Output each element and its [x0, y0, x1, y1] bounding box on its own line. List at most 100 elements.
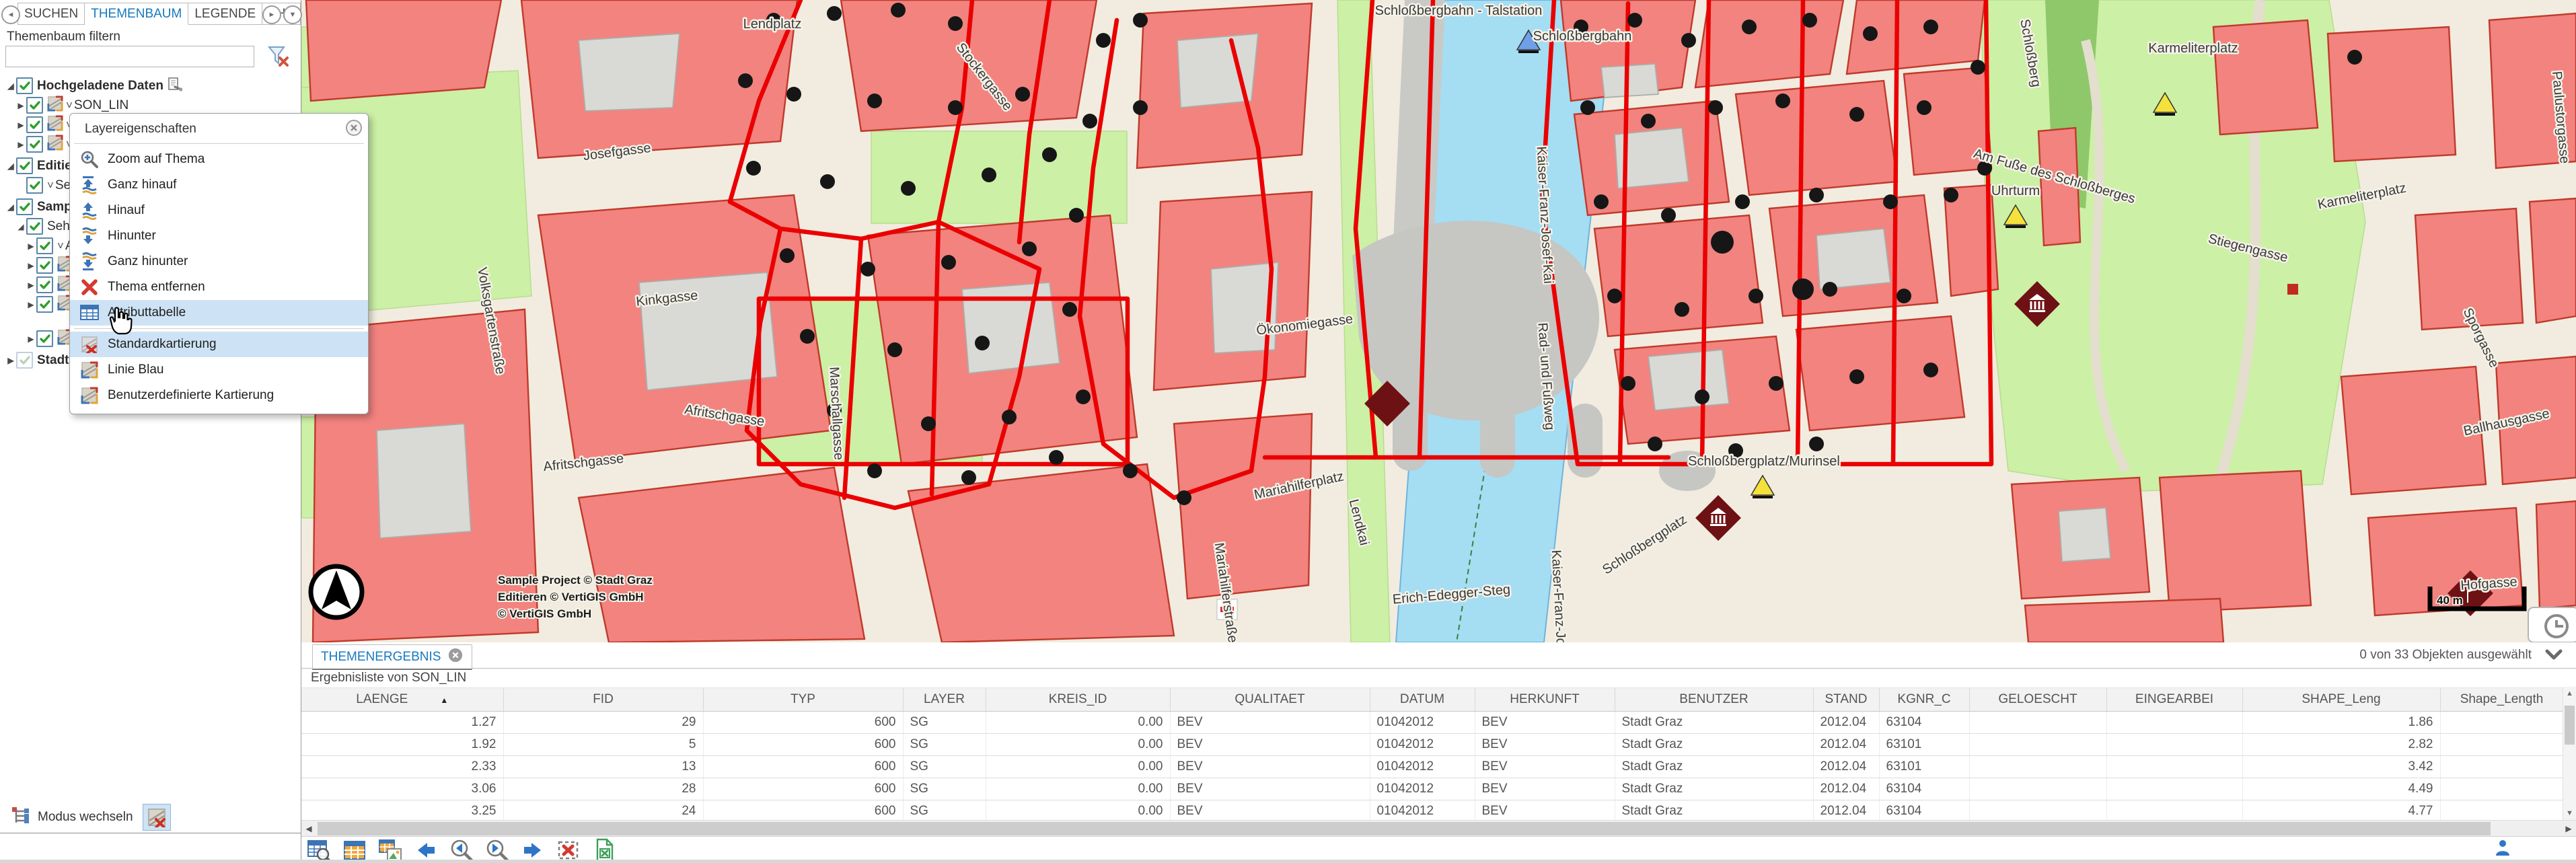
table-row[interactable]: 2.3313600SG0.00BEV01042012BEVStadt Graz2…: [301, 756, 2563, 778]
checkbox-checked[interactable]: [16, 352, 33, 369]
table-cell[interactable]: [2440, 734, 2563, 756]
column-header-stand[interactable]: STAND: [1813, 688, 1879, 712]
expander-collapsed-icon[interactable]: ▶: [26, 300, 36, 309]
circle-arrow-right-icon[interactable]: ►: [262, 5, 281, 24]
tab-legende[interactable]: LEGENDE: [188, 3, 262, 25]
table-cell[interactable]: Stadt Graz: [1615, 778, 1813, 800]
column-header-datum[interactable]: DATUM: [1370, 688, 1475, 712]
table-cell[interactable]: 600: [703, 712, 903, 734]
table-cell[interactable]: 2012.04: [1813, 778, 1879, 800]
table-cell[interactable]: 63104: [1879, 712, 1969, 734]
table-cell[interactable]: 3.25: [301, 800, 503, 823]
vertical-scroll-thumb[interactable]: [2565, 706, 2575, 745]
symbol-expander-icon[interactable]: ˅: [47, 179, 54, 192]
circle-arrow-left-icon[interactable]: ◄: [1, 5, 20, 24]
table-cell[interactable]: 0.00: [986, 712, 1170, 734]
table-cell[interactable]: [1969, 800, 2106, 823]
column-header-herkunft[interactable]: HERKUNFT: [1475, 688, 1615, 712]
tree-item-son-lin[interactable]: ▶˅SON_LIN: [0, 96, 301, 115]
table-row[interactable]: 3.2524600SG0.00BEV01042012BEVStadt Graz2…: [301, 800, 2563, 823]
menu-item-linie-blau[interactable]: Linie Blau: [70, 357, 368, 383]
table-cell[interactable]: Stadt Graz: [1615, 756, 1813, 778]
table-cell[interactable]: Stadt Graz: [1615, 800, 1813, 823]
symbol-expander-icon[interactable]: ˅: [66, 99, 73, 112]
table-cell[interactable]: 3.06: [301, 778, 503, 800]
horizontal-scroll-thumb[interactable]: [318, 822, 2491, 835]
zoom-next-icon[interactable]: [485, 838, 509, 862]
checkbox-checked[interactable]: [16, 157, 33, 174]
column-header-typ[interactable]: TYP: [703, 688, 903, 712]
checkbox-checked[interactable]: [36, 237, 53, 254]
tab-suchen[interactable]: SUCHEN: [17, 3, 85, 25]
expander-expanded-icon[interactable]: ◢: [15, 222, 26, 231]
chevron-down-icon[interactable]: [2545, 649, 2563, 665]
expander-collapsed-icon[interactable]: ▶: [15, 140, 26, 149]
themenbaum-filter-input[interactable]: [5, 46, 254, 67]
menu-item-attributtabelle[interactable]: Attributtabelle: [70, 300, 368, 326]
table-cell[interactable]: 600: [703, 756, 903, 778]
table-cell[interactable]: 01042012: [1370, 734, 1475, 756]
table-cell[interactable]: BEV: [1475, 778, 1615, 800]
expander-collapsed-icon[interactable]: ▶: [26, 261, 36, 270]
table-cell[interactable]: BEV: [1475, 756, 1615, 778]
checkbox-checked[interactable]: [36, 276, 53, 293]
zoom-previous-icon[interactable]: [449, 838, 474, 862]
column-header-eingearbei[interactable]: EINGEARBEI: [2106, 688, 2242, 712]
expander-collapsed-icon[interactable]: ▶: [26, 280, 36, 290]
person-icon[interactable]: [2494, 839, 2511, 860]
table-cell[interactable]: BEV: [1170, 712, 1370, 734]
column-header-layer[interactable]: LAYER: [903, 688, 986, 712]
table-cell[interactable]: 24: [503, 800, 703, 823]
table-cell[interactable]: 1.27: [301, 712, 503, 734]
edit-layer-icon[interactable]: [168, 77, 182, 96]
column-header-qualitaet[interactable]: QUALITAET: [1170, 688, 1370, 712]
table-cell[interactable]: 1.86: [2242, 712, 2440, 734]
table-cell[interactable]: 13: [503, 756, 703, 778]
tree-item-hochgeladene-daten[interactable]: ◢Hochgeladene Daten: [0, 76, 301, 96]
expander-expanded-icon[interactable]: ◢: [5, 161, 16, 171]
checkbox-checked[interactable]: [26, 136, 43, 153]
table-cell[interactable]: 0.00: [986, 756, 1170, 778]
close-circle-icon[interactable]: [345, 119, 363, 140]
checkbox-checked[interactable]: [16, 77, 33, 94]
table-cell[interactable]: [1969, 778, 2106, 800]
checkbox-checked[interactable]: [26, 116, 43, 133]
table-icon[interactable]: [342, 838, 367, 862]
table-cell[interactable]: 01042012: [1370, 778, 1475, 800]
scroll-right-icon[interactable]: ▶: [2561, 821, 2576, 837]
table-cell[interactable]: SG: [903, 800, 986, 823]
map-viewport[interactable]: LendplatzStockergasseSchloßbergbahn - Ta…: [301, 0, 2576, 642]
expander-expanded-icon[interactable]: ◢: [5, 202, 16, 212]
table-cell[interactable]: Stadt Graz: [1615, 734, 1813, 756]
column-header-kreis_id[interactable]: KREIS_ID: [986, 688, 1170, 712]
table-row[interactable]: 1.925600SG0.00BEV01042012BEVStadt Graz20…: [301, 734, 2563, 756]
expander-collapsed-icon[interactable]: ▶: [26, 334, 36, 344]
table-cell[interactable]: 2012.04: [1813, 734, 1879, 756]
scroll-down-icon[interactable]: ▼: [2563, 809, 2576, 817]
table-cell[interactable]: 0.00: [986, 734, 1170, 756]
table-search-icon[interactable]: [307, 838, 331, 862]
table-cell[interactable]: 63104: [1879, 800, 1969, 823]
table-cell[interactable]: 63101: [1879, 756, 1969, 778]
filter-x-icon[interactable]: [266, 44, 289, 71]
scroll-left-icon[interactable]: ◀: [301, 821, 316, 837]
checkbox-checked[interactable]: [36, 330, 53, 347]
table-cell[interactable]: [2106, 800, 2242, 823]
expander-expanded-icon[interactable]: ◢: [5, 81, 16, 91]
column-header-laenge[interactable]: LAENGE▲: [301, 688, 503, 712]
checkbox-checked[interactable]: [16, 198, 33, 215]
table-cell[interactable]: [2106, 756, 2242, 778]
expander-collapsed-icon[interactable]: ▶: [26, 241, 36, 251]
table-cell[interactable]: [2106, 734, 2242, 756]
table-cell[interactable]: [2440, 756, 2563, 778]
table-cell[interactable]: 5: [503, 734, 703, 756]
menu-item-ganz-hinunter[interactable]: Ganz hinunter: [70, 249, 368, 274]
layer-x-icon[interactable]: [143, 804, 171, 831]
table-cell[interactable]: 0.00: [986, 778, 1170, 800]
table-cell[interactable]: [1969, 712, 2106, 734]
column-header-shape_length[interactable]: Shape_Length: [2440, 688, 2563, 712]
expander-collapsed-icon[interactable]: ▶: [15, 101, 26, 110]
table-cell[interactable]: [2106, 712, 2242, 734]
table-cell[interactable]: 01042012: [1370, 756, 1475, 778]
close-circle-icon[interactable]: [447, 647, 464, 667]
